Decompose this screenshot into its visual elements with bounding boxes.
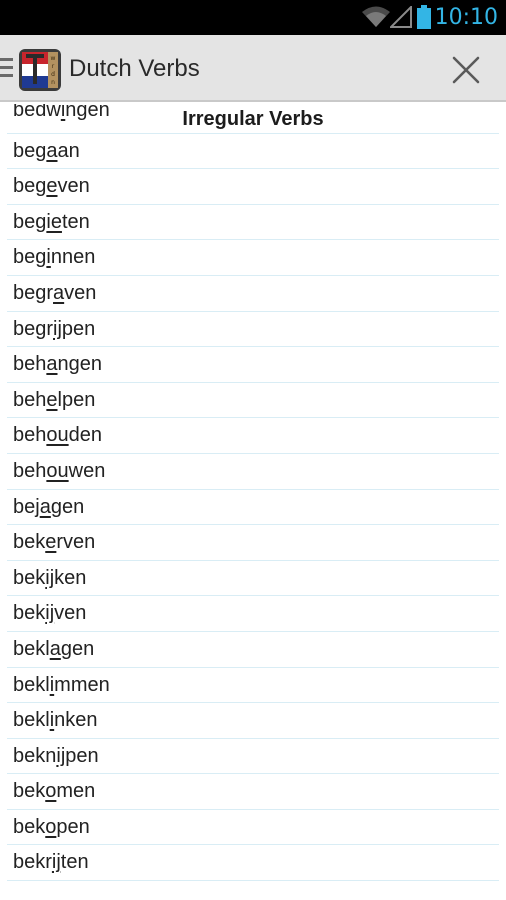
list-item[interactable]: begrijpen <box>7 312 499 348</box>
verb-text: ven <box>57 175 90 198</box>
signal-icon <box>390 6 412 28</box>
battery-icon <box>417 5 431 29</box>
verb-stem-vowel: o <box>45 780 57 803</box>
verb-stem-vowel: a <box>53 281 65 304</box>
list-item[interactable]: beklinken <box>7 703 499 739</box>
list-item[interactable]: beknijpen <box>7 739 499 775</box>
verb-text: nken <box>54 709 98 732</box>
verb-stem-vowel: ou <box>46 424 69 447</box>
app-title: Dutch Verbs <box>69 55 200 82</box>
verb-text: men <box>56 780 96 803</box>
verb-stem-vowel: ou <box>46 459 69 482</box>
verb-text: pen <box>61 317 96 340</box>
list-item[interactable]: behouwen <box>7 454 499 490</box>
close-icon <box>452 56 480 84</box>
verb-stem-vowel: ij <box>45 566 55 589</box>
verb-text: begr <box>13 281 54 304</box>
verb-text: rven <box>56 531 96 554</box>
verb-list[interactable]: bedwingen begaan begeven begieten beginnen be… <box>0 104 506 882</box>
verb-text: bekl <box>13 673 50 696</box>
verb-text: beg <box>13 246 47 269</box>
verb-text: mmen <box>54 673 110 696</box>
verb-text: ngen <box>57 353 103 376</box>
verb-text: bek <box>13 780 46 803</box>
verb-stem-vowel: ij <box>45 602 55 625</box>
verb-stem-vowel: o <box>45 815 57 838</box>
verb-stem-vowel: ij <box>53 317 62 340</box>
verb-text: bekr <box>13 851 52 874</box>
verb-text: pen <box>56 815 90 838</box>
verb-stem-vowel: a <box>46 353 58 376</box>
verb-text: bek <box>13 531 46 554</box>
list-item[interactable]: begieten <box>7 205 499 241</box>
verb-text: den <box>68 424 102 447</box>
close-button[interactable] <box>441 47 491 93</box>
list-item[interactable]: beklagen <box>7 632 499 668</box>
verb-text: beh <box>13 424 47 447</box>
verb-stem-vowel: a <box>49 637 61 660</box>
section-title: Irregular Verbs <box>182 108 324 130</box>
list-item[interactable]: bekijven <box>7 596 499 632</box>
list-item[interactable]: behouden <box>7 418 499 454</box>
verb-text: pen <box>65 744 99 767</box>
verb-stem-vowel: ie <box>46 210 62 233</box>
verb-stem-vowel: a <box>39 495 51 518</box>
verb-text: ten <box>60 851 89 874</box>
verb-text: ten <box>61 210 90 233</box>
verb-text: beg <box>13 210 47 233</box>
svg-text:w: w <box>51 55 56 62</box>
list-item[interactable]: begraven <box>7 276 499 312</box>
verb-stem-vowel: e <box>46 388 58 411</box>
verb-text: ven <box>54 602 87 625</box>
verb-stem-vowel: a <box>46 139 58 162</box>
verb-text: begr <box>13 317 54 340</box>
status-bar: 10:10 <box>0 0 506 35</box>
svg-text:d: d <box>51 71 55 78</box>
verb-text: bek <box>13 566 46 589</box>
status-clock: 10:10 <box>434 5 498 30</box>
verb-text: ken <box>54 566 87 589</box>
list-item[interactable]: behangen <box>7 347 499 383</box>
verb-stem-vowel: ij <box>51 851 61 874</box>
verb-text: bej <box>13 495 40 518</box>
verb-text: bekl <box>13 709 50 732</box>
verb-text: wen <box>68 459 106 482</box>
wifi-icon <box>362 6 390 27</box>
list-item[interactable]: begeven <box>7 169 499 205</box>
verb-text: ven <box>64 281 97 304</box>
action-bar: w r d n Dutch Verbs <box>0 35 506 102</box>
verb-text: beh <box>13 459 47 482</box>
list-item[interactable]: behelpen <box>7 383 499 419</box>
verb-text: beh <box>13 388 47 411</box>
verb-text: beg <box>13 175 47 198</box>
app-logo-icon[interactable]: w r d n <box>18 48 62 92</box>
verb-text: beh <box>13 353 47 376</box>
verb-text: lpen <box>57 388 96 411</box>
list-item[interactable]: bekrijten <box>7 845 499 882</box>
list-item[interactable]: bekomen <box>7 774 499 810</box>
list-item[interactable]: begaan <box>7 134 499 170</box>
drawer-menu-icon[interactable] <box>0 58 14 80</box>
verb-text: gen <box>50 495 85 518</box>
verb-text: bek <box>13 602 46 625</box>
verb-text: nnen <box>50 246 96 269</box>
verb-list-panel[interactable]: Irregular Verbs bedwingen begaan begeven be… <box>0 104 506 900</box>
verb-stem-vowel: e <box>45 531 57 554</box>
list-item[interactable]: bejagen <box>7 490 499 526</box>
verb-text: an <box>57 139 80 162</box>
list-item[interactable]: bekerven <box>7 525 499 561</box>
list-item[interactable]: beginnen <box>7 240 499 276</box>
verb-text: gen <box>60 637 95 660</box>
verb-text: bekn <box>13 744 57 767</box>
verb-text: beg <box>13 139 47 162</box>
list-item[interactable]: beklimmen <box>7 668 499 704</box>
list-item[interactable]: bekopen <box>7 810 499 846</box>
verb-stem-vowel: ij <box>56 744 66 767</box>
list-item[interactable]: bekijken <box>7 561 499 597</box>
verb-stem-vowel: e <box>46 175 58 198</box>
verb-text: bek <box>13 815 46 838</box>
verb-text: bekl <box>13 637 50 660</box>
svg-text:n: n <box>51 79 55 86</box>
